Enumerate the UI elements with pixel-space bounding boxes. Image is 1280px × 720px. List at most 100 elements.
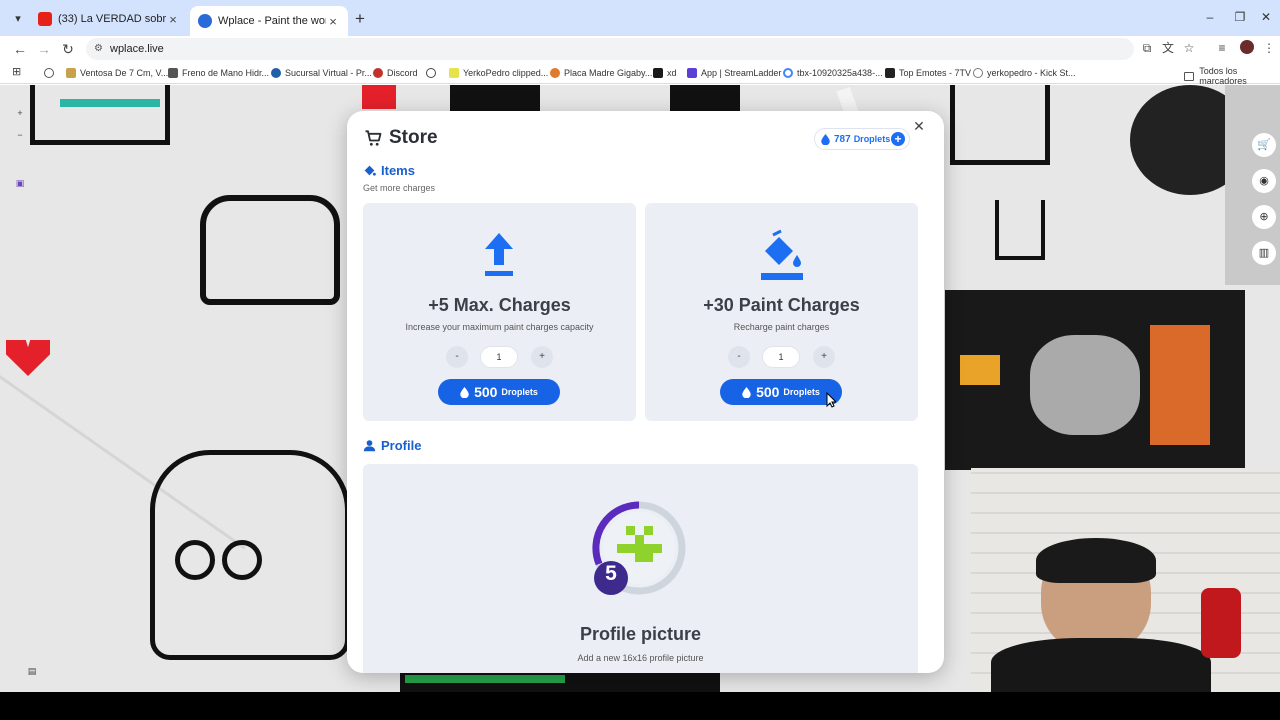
all-bookmarks-folder[interactable]: Todos los marcadores [1184,66,1280,86]
item-description: Add a new 16x16 profile picture [577,653,704,663]
increase-button[interactable]: + [531,346,553,368]
bookmark-label: tbx-10920325a438-... [797,68,883,78]
install-icon[interactable]: ⧉ [1140,41,1154,55]
pixel-art [950,85,1050,165]
youtube-icon [38,12,52,26]
tab-youtube[interactable]: (33) La VERDAD sobre el torneo × [30,6,188,32]
bookmark-label: Discord [387,68,418,78]
tab-search-icon[interactable]: ▾ [10,11,26,27]
pixel-art [60,99,160,107]
apps-grid-icon[interactable]: ⊞ [12,66,24,78]
bookmark-item[interactable]: YerkoPedro clipped... [449,66,548,80]
quantity-field[interactable]: 1 [762,346,800,368]
pixel-art [1030,335,1140,435]
zoom-out-button[interactable]: − [10,125,30,145]
bookmark-item[interactable]: Discord [373,66,418,80]
tab-wplace[interactable]: Wplace - Paint the world × [190,6,348,36]
site-info-icon[interactable]: ⚙ [94,38,103,60]
bookmark-item[interactable]: Ventosa De 7 Cm, V... [66,66,168,80]
droplet-icon [460,386,469,398]
bookmark-item[interactable]: Sucursal Virtual - Pr... [271,66,372,80]
cart-icon [365,130,382,146]
store-title: Store [363,127,438,149]
new-tab-button[interactable]: + [352,9,368,29]
back-icon[interactable]: ← [12,40,28,58]
address-bar[interactable]: ⚙ wplace.live [86,38,1134,60]
bookmark-favicon-icon [449,68,459,78]
twitch-icon[interactable]: ▣ [10,173,30,193]
bookmark-favicon-icon [687,68,697,78]
bookmark-item[interactable]: Freno de Mano Hidr... [168,66,269,80]
bookmark-item[interactable]: Placa Madre Gigaby... [550,66,652,80]
reload-icon[interactable]: ↻ [60,40,76,58]
store-modal: Store 787 Droplets + ✕ Items Get more ch… [347,111,944,673]
add-droplets-button[interactable]: + [891,132,905,146]
map-layer-icon[interactable]: ▤ [22,661,42,681]
decrease-button[interactable]: - [446,346,468,368]
quantity-stepper: - 1 + [645,346,918,368]
pixel-art [222,540,262,580]
bookmark-favicon-icon [653,68,663,78]
bookmark-item[interactable]: tbx-10920325a438-... [783,66,883,80]
items-subtitle: Get more charges [363,183,436,193]
paint-bucket-icon [761,229,803,280]
profile-section-heading: Profile [363,438,421,453]
price-unit: Droplets [501,387,538,397]
close-icon[interactable]: ✕ [912,119,926,133]
bookmark-globe[interactable] [44,66,58,80]
decrease-button[interactable]: - [728,346,750,368]
tab-close-icon[interactable]: × [326,14,340,29]
translate-icon[interactable]: 文 [1161,41,1175,55]
item-description: Recharge paint charges [733,322,830,332]
price: 500 [474,384,498,400]
quantity-field[interactable]: 1 [480,346,518,368]
bookmark-item[interactable]: App | StreamLadder [687,66,781,80]
pixel-art [30,85,170,145]
pixel-art [200,195,340,305]
bookmark-label: Placa Madre Gigaby... [564,68,653,78]
media-icon[interactable]: ≡ [1215,41,1229,55]
profile-avatar[interactable] [1240,40,1254,54]
price: 500 [756,384,780,400]
bookmark-item[interactable]: xd [653,66,677,80]
leaderboard-icon[interactable]: ▥ [1252,241,1276,265]
paint-charges-card: +30 Paint Charges Recharge paint charges… [645,203,918,421]
window-close-icon[interactable]: ✕ [1258,10,1274,24]
tab-close-icon[interactable]: × [166,12,180,27]
bookmark-item[interactable]: Top Emotes - 7TV [885,66,971,80]
pixel-art [405,675,565,683]
buy-max-charges-button[interactable]: 500 Droplets [438,379,560,405]
minimize-icon[interactable]: – [1202,10,1218,24]
increase-button[interactable]: + [813,346,835,368]
buy-paint-charges-button[interactable]: 500 Droplets [720,379,842,405]
bookmark-item[interactable]: yerkopedro - Kick St... [973,66,1076,80]
bookmark-label: Ventosa De 7 Cm, V... [80,68,169,78]
menu-icon[interactable]: ⋮ [1262,41,1276,55]
star-icon[interactable]: ☆ [1182,41,1196,55]
restore-icon[interactable]: ❐ [1232,10,1248,24]
items-heading-text: Items [381,163,415,178]
webcam-overlay [971,468,1280,692]
browser-toolbar: ← → ↻ ⚙ wplace.live ⧉ 文 ☆ ≡ ⋮ [0,36,1280,62]
item-title: +30 Paint Charges [703,295,860,315]
pixel-art [995,200,1045,260]
droplets-label: Droplets [853,134,891,144]
droplet-icon [821,133,830,145]
search-location-icon[interactable]: ⊕ [1252,205,1276,229]
bookmark-item[interactable] [426,66,440,80]
pixel-art [6,340,50,376]
globe-icon [198,14,212,28]
droplets-count: 787 [834,133,851,145]
bookmark-label: Sucursal Virtual - Pr... [285,68,372,78]
droplet-icon [742,386,751,398]
item-title: +5 Max. Charges [428,295,571,315]
cart-icon[interactable]: 🛒 [1252,133,1276,157]
forward-icon[interactable]: → [36,40,52,58]
droplets-balance[interactable]: 787 Droplets + [814,128,910,150]
globe-icon [44,68,54,78]
zoom-in-button[interactable]: + [10,103,30,123]
bookmark-label: Top Emotes - 7TV [899,68,972,78]
users-icon[interactable]: ◉ [1252,169,1276,193]
mouse-cursor-icon [826,392,836,408]
url-text: wplace.live [110,43,164,55]
